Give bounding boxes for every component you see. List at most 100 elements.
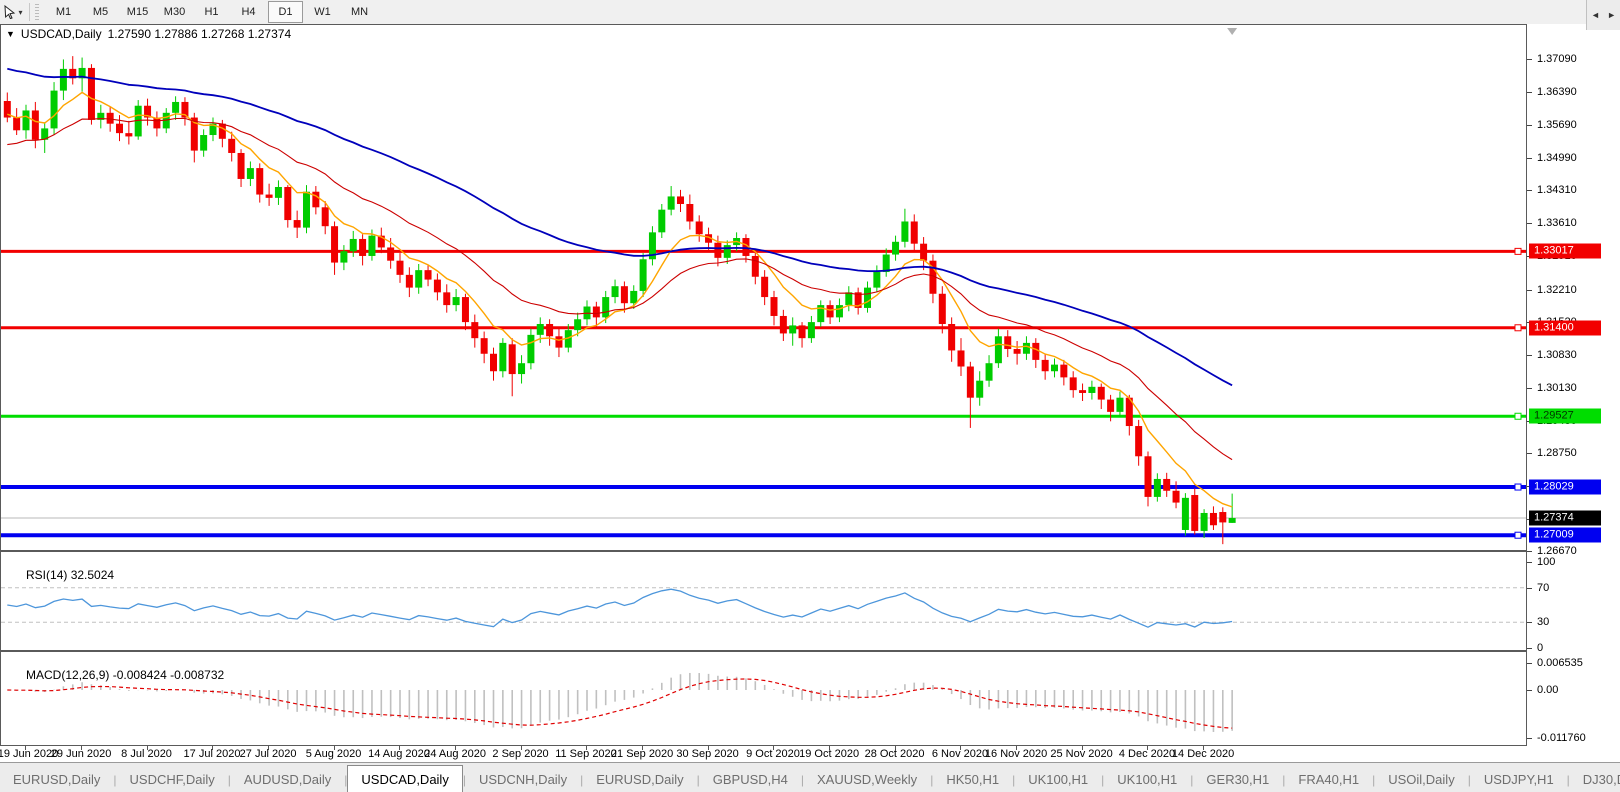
price-axis-label: 1.37090 xyxy=(1537,52,1577,65)
trading-terminal-window: ▾ M1 M5 M15 M30 H1 H4 D1 W1 MN ▼ USDCAD,Daily 1.… xyxy=(0,0,1620,792)
chart-tab-xauusd-weekly[interactable]: XAUUSD,Weekly xyxy=(804,767,930,792)
date-label: 19 Jun 2020 xyxy=(0,748,59,760)
date-label: 6 Nov 2020 xyxy=(931,748,989,760)
macd-canvas xyxy=(7,672,1233,732)
rsi-axis-label: 0 xyxy=(1537,642,1544,654)
axis-tick-mark xyxy=(1527,125,1532,127)
axis-tick-mark xyxy=(1527,622,1532,624)
rsi-indicator-pane[interactable]: RSI(14) 32.5024 xyxy=(0,551,1527,651)
rsi-axis-label: 70 xyxy=(1537,581,1550,594)
date-label: 27 Jul 2020 xyxy=(239,748,297,760)
price-axis-label: 1.30830 xyxy=(1537,348,1577,361)
shift-marker-icon xyxy=(1227,28,1238,35)
date-label: 14 Aug 2020 xyxy=(368,748,430,760)
rsi-axis-label: 100 xyxy=(1537,556,1556,568)
axis-tick-mark xyxy=(1527,289,1532,291)
axis-tick-mark xyxy=(1527,738,1532,740)
chart-title: ▼ USDCAD,Daily 1.27590 1.27886 1.27268 1… xyxy=(6,27,291,41)
price-axis-label: 1.30130 xyxy=(1537,381,1577,394)
tab-scroll-right-icon[interactable]: ► xyxy=(1607,10,1616,20)
chart-tab-eurusd-daily[interactable]: EURUSD,Daily xyxy=(583,767,696,792)
price-tag-1.33017: 1.33017 xyxy=(1529,243,1601,259)
chart-tab-dj30-daily[interactable]: DJ30,Daily xyxy=(1570,767,1620,792)
price-axis-label: 1.32210 xyxy=(1537,283,1577,296)
rsi-axis-label: 30 xyxy=(1537,616,1550,629)
timeframe-toolbar: ▾ M1 M5 M15 M30 H1 H4 D1 W1 MN xyxy=(0,0,1620,25)
date-label: 19 Oct 2020 xyxy=(799,748,860,760)
date-axis: 19 Jun 2020 29 Jun 2020 8 Jul 2020 17 Jul 2… xyxy=(0,746,1527,762)
timeframe-button-h1[interactable]: H1 xyxy=(194,1,229,23)
timeframe-button-m15[interactable]: M15 xyxy=(120,1,155,23)
chart-symbol-period: USDCAD,Daily xyxy=(20,27,102,41)
rsi-label: RSI(14) 32.5024 xyxy=(26,568,115,582)
timeframe-button-m5[interactable]: M5 xyxy=(83,1,118,23)
chart-tab-gbpusd-h4[interactable]: GBPUSD,H4 xyxy=(700,767,801,792)
chart-tab-usdjpy-h1[interactable]: USDJPY,H1 xyxy=(1471,767,1567,792)
chart-tab-ger30-h1[interactable]: GER30,H1 xyxy=(1193,767,1282,792)
price-axis-label: 1.34990 xyxy=(1537,152,1577,165)
date-label: 21 Sep 2020 xyxy=(610,748,674,760)
date-label: 4 Dec 2020 xyxy=(1118,748,1176,760)
price-axis-label: 1.36390 xyxy=(1537,86,1577,99)
chart-tab-usdchf-daily[interactable]: USDCHF,Daily xyxy=(117,767,228,792)
price-tag-1.31400: 1.31400 xyxy=(1529,320,1601,336)
price-tag-1.27374: 1.27374 xyxy=(1529,510,1601,526)
axis-tick-mark xyxy=(1527,648,1532,649)
cursor-tool-icon[interactable]: ▾ xyxy=(0,1,26,23)
date-label: 2 Sep 2020 xyxy=(492,748,549,760)
macd-axis-label: 0.00 xyxy=(1537,684,1559,696)
axis-tick-mark xyxy=(1527,690,1532,691)
date-label: 28 Oct 2020 xyxy=(864,748,925,760)
timeframe-buttons: M1 M5 M15 M30 H1 H4 D1 W1 MN xyxy=(45,1,378,23)
price-tag-1.28029: 1.28029 xyxy=(1529,479,1601,495)
chart-tab-usdcad-daily[interactable]: USDCAD,Daily xyxy=(347,765,463,792)
chart-tab-audusd-daily[interactable]: AUDUSD,Daily xyxy=(231,767,344,792)
axis-tick-mark xyxy=(1527,663,1532,665)
chart-tab-bar: EURUSD,Daily | USDCHF,Daily | AUDUSD,Daily | U… xyxy=(0,762,1620,792)
macd-indicator-pane[interactable]: MACD(12,26,9) -0.008424 -0.008732 xyxy=(0,651,1527,746)
chart-dropdown-icon: ▼ xyxy=(6,29,15,39)
date-label: 14 Dec 2020 xyxy=(1171,748,1235,760)
axis-tick-mark xyxy=(1527,158,1532,160)
tab-scroll-left-icon[interactable]: ◄ xyxy=(1591,10,1600,20)
date-label: 16 Nov 2020 xyxy=(984,748,1048,760)
toolbar-grip[interactable] xyxy=(35,4,39,20)
date-label: 11 Sep 2020 xyxy=(555,748,617,760)
price-tag-1.29527: 1.29527 xyxy=(1529,408,1601,424)
tab-scroll-buttons: ◄ ► xyxy=(1586,0,1620,30)
price-tag-1.27009: 1.27009 xyxy=(1529,527,1601,543)
date-label: 30 Sep 2020 xyxy=(676,748,739,760)
toolbar-separator xyxy=(29,3,30,21)
timeframe-button-mn[interactable]: MN xyxy=(342,1,377,23)
date-label: 17 Jul 2020 xyxy=(183,748,241,760)
chart-tab-hk50-h1[interactable]: HK50,H1 xyxy=(933,767,1012,792)
timeframe-button-d1[interactable]: D1 xyxy=(268,1,303,23)
price-axis-label: 1.33610 xyxy=(1537,217,1577,230)
price-chart-pane[interactable]: ▼ USDCAD,Daily 1.27590 1.27886 1.27268 1… xyxy=(0,24,1527,551)
axis-tick-mark xyxy=(1527,58,1532,60)
timeframe-button-h4[interactable]: H4 xyxy=(231,1,266,23)
timeframe-button-w1[interactable]: W1 xyxy=(305,1,340,23)
cursor-arrow-icon xyxy=(4,5,16,19)
chart-tab-uk100-h1[interactable]: UK100,H1 xyxy=(1104,767,1190,792)
axis-tick-mark xyxy=(1527,562,1532,563)
cursor-dropdown-icon[interactable]: ▾ xyxy=(18,8,22,17)
chart-tab-fra40-h1[interactable]: FRA40,H1 xyxy=(1285,767,1372,792)
chart-tab-usdcnh-daily[interactable]: USDCNH,Daily xyxy=(466,767,580,792)
chart-tab-uk100-h1[interactable]: UK100,H1 xyxy=(1015,767,1101,792)
axis-tick-mark xyxy=(1527,387,1532,389)
date-label: 24 Aug 2020 xyxy=(424,748,486,760)
chart-tab-usoil-daily[interactable]: USOil,Daily xyxy=(1375,767,1467,792)
price-axis: 1.37090 1.36390 1.35690 1.34990 1.34310 1.336… xyxy=(1527,24,1620,746)
date-label: 8 Jul 2020 xyxy=(121,748,172,760)
price-axis-label: 1.28750 xyxy=(1537,446,1577,459)
axis-tick-mark xyxy=(1527,587,1532,589)
axis-tick-mark xyxy=(1527,92,1532,94)
candlestick-canvas[interactable] xyxy=(1,25,1526,550)
timeframe-button-m1[interactable]: M1 xyxy=(46,1,81,23)
timeframe-button-m30[interactable]: M30 xyxy=(157,1,192,23)
chart-tab-eurusd-daily[interactable]: EURUSD,Daily xyxy=(0,767,113,792)
macd-axis-label: -0.011760 xyxy=(1537,732,1586,745)
date-label: 5 Aug 2020 xyxy=(305,748,362,760)
price-axis-label: 1.35690 xyxy=(1537,119,1577,132)
